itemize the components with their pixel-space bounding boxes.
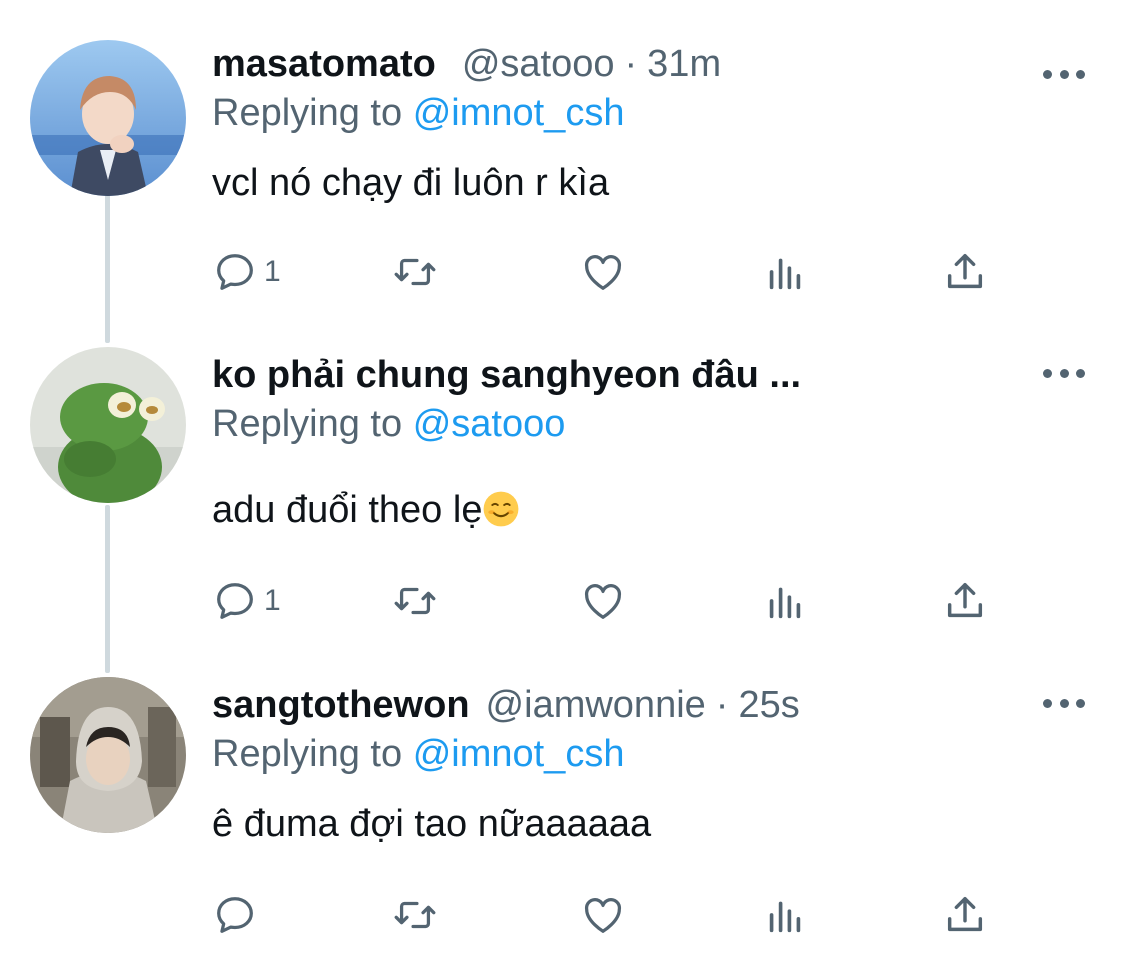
tweet-header: ko phải chung sanghyeon đâu ... — [212, 353, 801, 397]
separator-dot: · — [624, 42, 638, 85]
reply-count: 1 — [264, 584, 281, 617]
like-button[interactable] — [580, 577, 626, 625]
timestamp[interactable]: 25s — [738, 684, 799, 727]
tweet[interactable]: masatomato @satooo · 31m Replying to @im… — [0, 40, 1125, 310]
replying-to-label: Replying to — [212, 92, 403, 134]
more-dot-icon — [1043, 69, 1052, 79]
retweet-button[interactable] — [392, 577, 438, 625]
analytics-button[interactable] — [762, 891, 808, 939]
share-upload-icon — [947, 253, 983, 289]
reply-bubble-icon — [217, 254, 253, 290]
retweet-icon — [394, 587, 436, 615]
heart-icon — [584, 255, 622, 290]
more-dot-icon — [1076, 698, 1085, 708]
retweet-button[interactable] — [392, 891, 438, 939]
smiling-face-emoji — [484, 491, 519, 527]
share-button[interactable] — [942, 577, 988, 625]
mention-link[interactable]: @imnot_csh — [413, 733, 625, 775]
analytics-bars-icon — [769, 587, 801, 619]
like-button[interactable] — [580, 891, 626, 939]
replying-to-label: Replying to — [212, 403, 403, 445]
share-button[interactable] — [942, 248, 988, 296]
tweet-text: vcl nó chạy đi luôn r kìa — [212, 162, 610, 204]
replying-to-line: Replying to @imnot_csh — [212, 733, 624, 776]
separator-dot: · — [715, 683, 729, 726]
more-dot-icon — [1059, 69, 1069, 79]
tweet-header: sangtothewon @iamwonnie · 25s — [212, 683, 800, 727]
reply-count: 1 — [264, 255, 281, 288]
replying-to-label: Replying to — [212, 733, 403, 775]
retweet-button[interactable] — [392, 248, 438, 296]
tweet-text-container: adu đuổi theo lẹ — [212, 489, 520, 532]
reply-button[interactable]: 1 — [212, 577, 281, 625]
more-dot-icon — [1059, 698, 1069, 708]
analytics-button[interactable] — [762, 577, 808, 625]
analytics-bars-icon — [769, 901, 801, 933]
replying-to-line: Replying to @imnot_csh — [212, 92, 624, 135]
tweet-actions: 1 — [212, 577, 1012, 625]
like-button[interactable] — [580, 248, 626, 296]
tweet-header: masatomato @satooo · 31m — [212, 42, 721, 86]
tweet-actions — [212, 891, 1012, 939]
more-dot-icon — [1076, 368, 1085, 378]
share-upload-icon — [947, 896, 983, 932]
tweet[interactable]: sangtothewon @iamwonnie · 25s Replying t… — [0, 677, 1125, 947]
reply-bubble-icon — [217, 897, 253, 933]
user-handle[interactable]: @iamwonnie — [486, 684, 706, 727]
display-name[interactable]: ko phải chung sanghyeon đâu ... — [212, 354, 801, 397]
analytics-button[interactable] — [762, 248, 808, 296]
reply-button[interactable] — [212, 891, 264, 939]
tweet-text: ê đuma đợi tao nữaaaaaa — [212, 803, 652, 845]
more-options-button[interactable] — [1043, 56, 1085, 92]
retweet-icon — [394, 901, 436, 929]
retweet-icon — [394, 258, 436, 286]
replying-to-line: Replying to @satooo — [212, 403, 565, 446]
more-dot-icon — [1043, 698, 1052, 708]
avatar[interactable] — [30, 347, 186, 503]
heart-icon — [584, 584, 622, 619]
timestamp[interactable]: 31m — [647, 43, 721, 86]
heart-icon — [584, 898, 622, 933]
analytics-bars-icon — [769, 258, 801, 290]
user-handle[interactable]: @satooo — [462, 43, 615, 86]
more-dot-icon — [1059, 368, 1069, 378]
tweet-text: adu đuổi theo lẹ — [212, 489, 483, 531]
share-button[interactable] — [942, 891, 988, 939]
mention-link[interactable]: @satooo — [413, 403, 566, 445]
more-dot-icon — [1043, 368, 1052, 378]
reply-bubble-icon — [217, 583, 253, 619]
mention-link[interactable]: @imnot_csh — [413, 92, 625, 134]
display-name[interactable]: masatomato — [212, 43, 436, 86]
display-name[interactable]: sangtothewon — [212, 684, 470, 727]
tweet[interactable]: ko phải chung sanghyeon đâu ... Replying… — [0, 347, 1125, 637]
reply-button[interactable]: 1 — [212, 248, 281, 296]
more-options-button[interactable] — [1043, 355, 1085, 391]
more-options-button[interactable] — [1043, 685, 1085, 721]
avatar[interactable] — [30, 677, 186, 833]
tweet-actions: 1 — [212, 248, 1012, 296]
more-dot-icon — [1076, 69, 1085, 79]
avatar[interactable] — [30, 40, 186, 196]
share-upload-icon — [947, 582, 983, 618]
